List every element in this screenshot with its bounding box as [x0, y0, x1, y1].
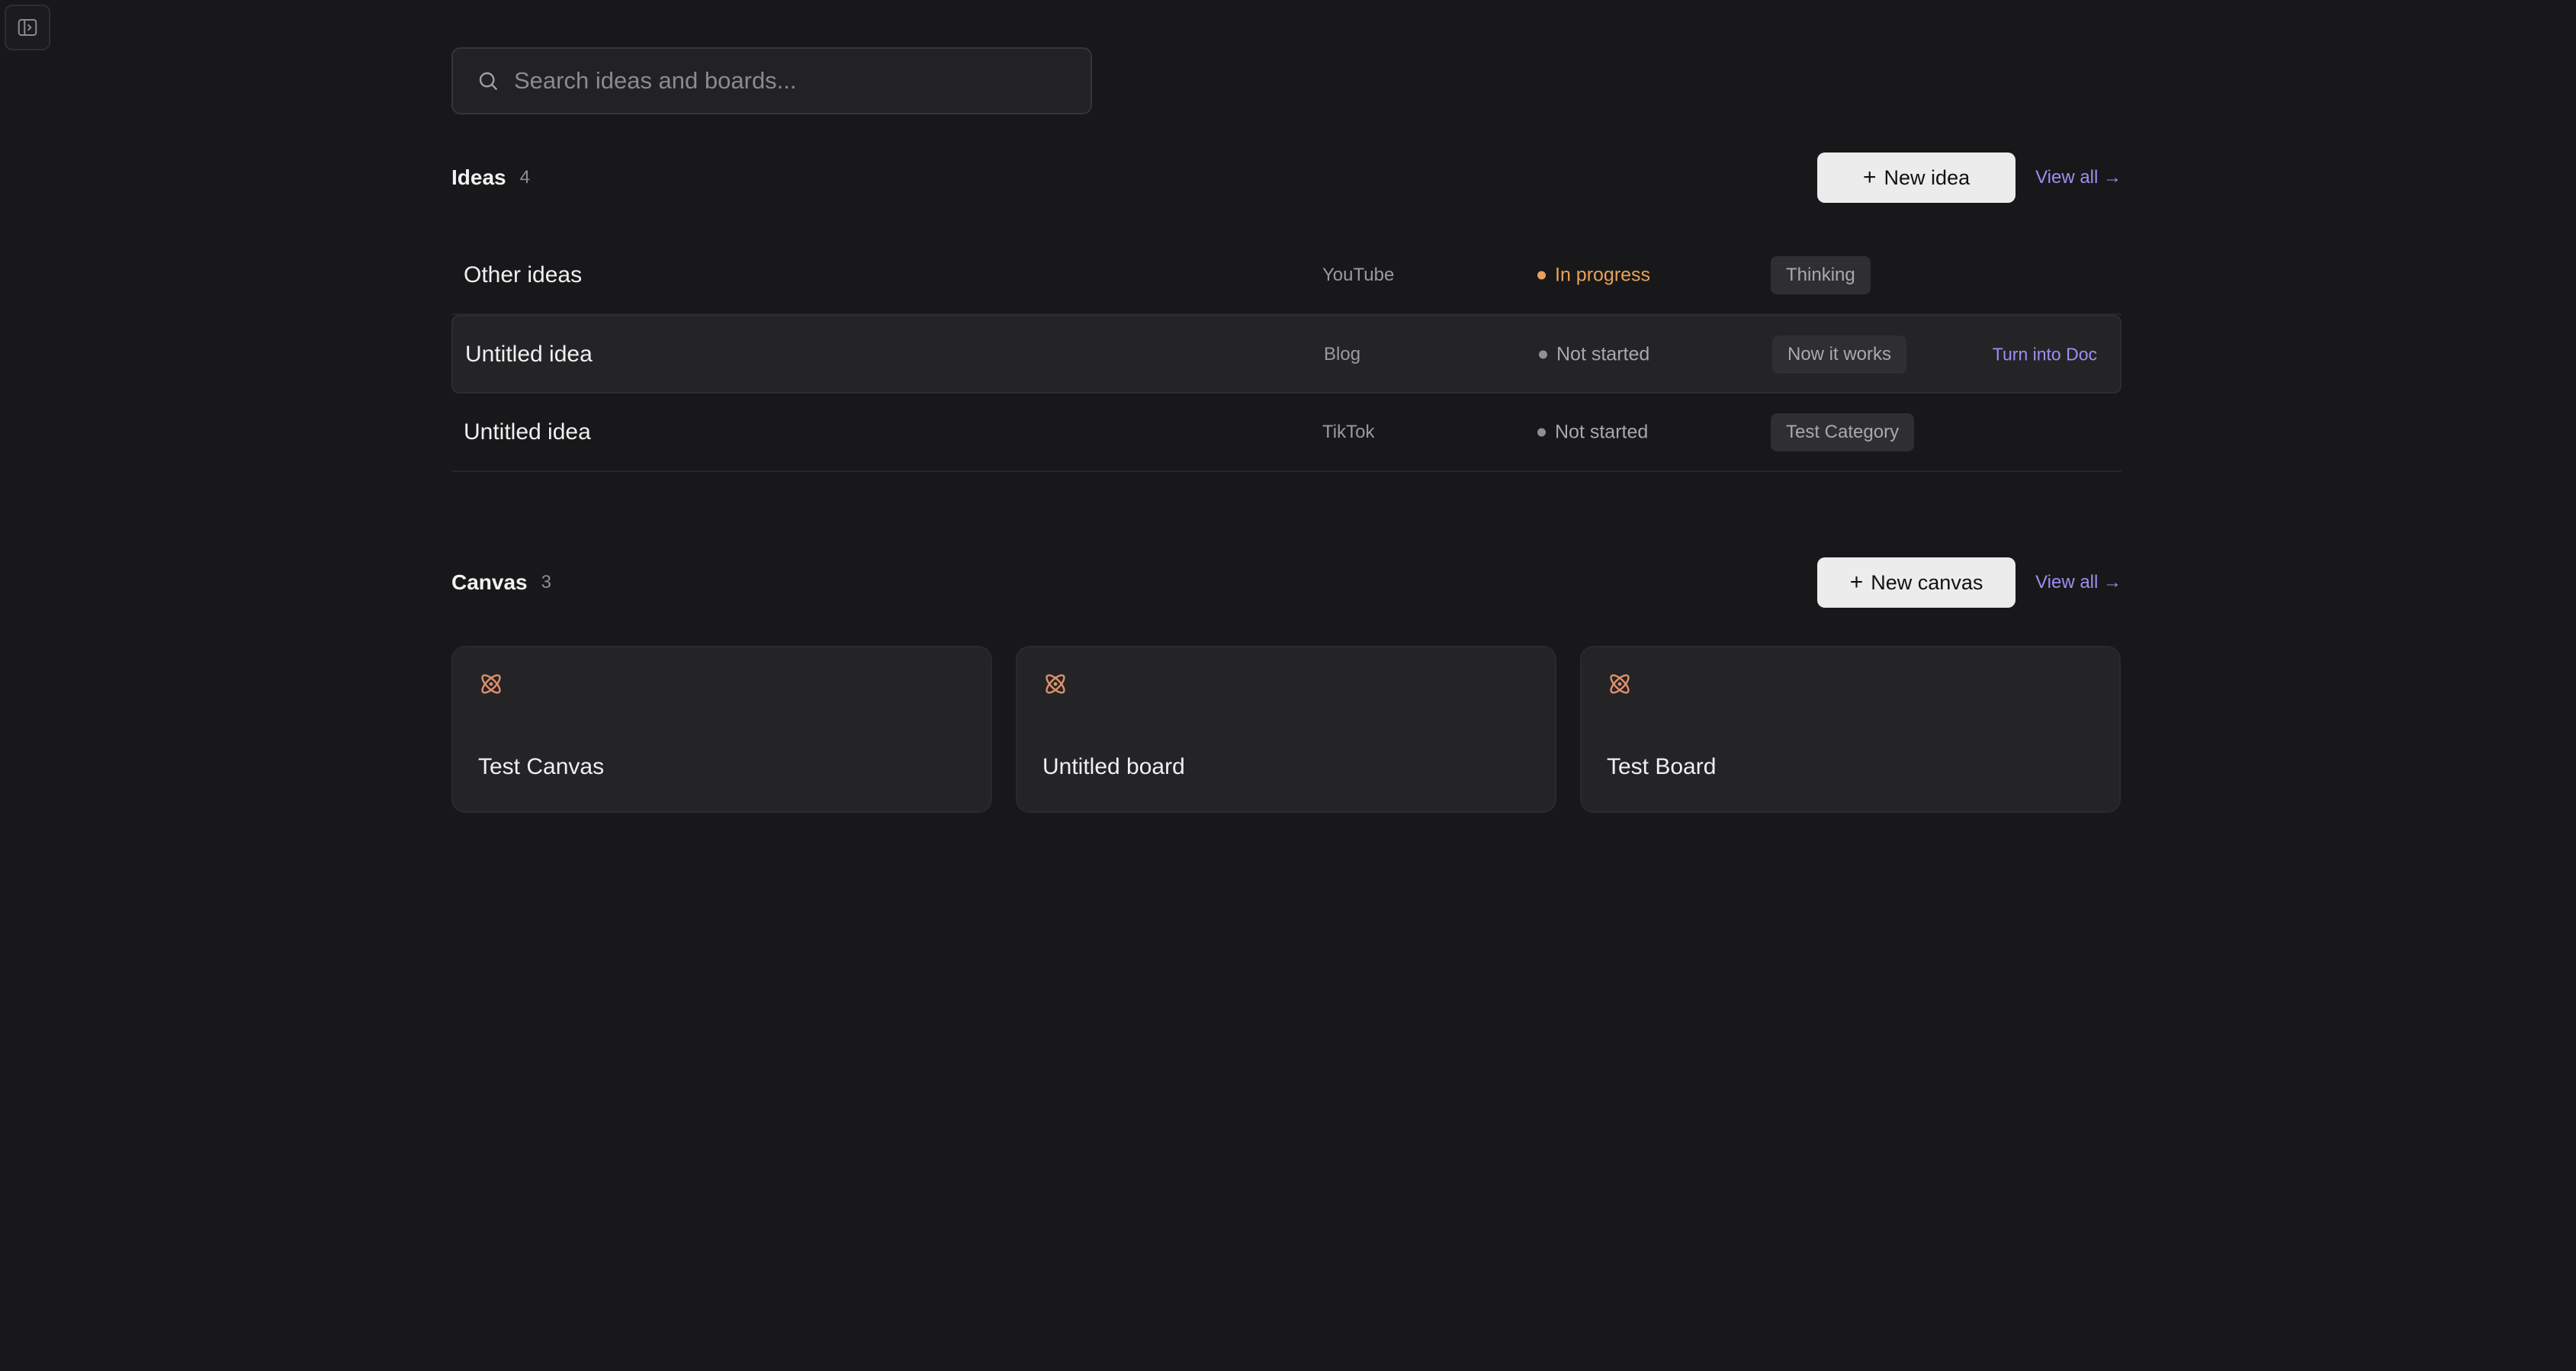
idea-title: Untitled idea — [465, 341, 593, 367]
status-dot-icon — [1539, 350, 1547, 358]
canvas-header-actions: + New canvas View all → — [1817, 557, 2122, 608]
canvas-count: 3 — [541, 572, 551, 592]
ideas-count: 4 — [519, 167, 530, 188]
new-idea-label: New idea — [1884, 165, 1971, 189]
ideas-section-header: Ideas 4 + New idea View all → — [451, 153, 2122, 203]
status-dot-icon — [1537, 271, 1546, 279]
idea-platform: YouTube — [1322, 264, 1395, 285]
ideas-section-title: Ideas — [451, 165, 506, 189]
new-canvas-button[interactable]: + New canvas — [1817, 557, 2016, 608]
ideas-list: Other ideas YouTube In progress Thinking… — [451, 236, 2122, 472]
canvas-card-title: Test Board — [1607, 754, 1717, 779]
search-bar[interactable] — [451, 47, 1092, 114]
idea-tag[interactable]: Test Category — [1771, 413, 1915, 451]
search-icon — [479, 72, 497, 90]
idea-row[interactable]: Untitled idea TikTok Not started Test Ca… — [451, 393, 2122, 472]
canvas-section-header: Canvas 3 + New canvas View all → — [451, 557, 2122, 608]
canvas-view-all-link[interactable]: View all → — [2035, 572, 2122, 593]
atom-icon — [1610, 674, 1630, 694]
plus-icon: + — [1849, 570, 1864, 595]
ideas-header-actions: + New idea View all → — [1817, 153, 2122, 203]
status-dot-icon — [1537, 428, 1546, 436]
canvas-section-title: Canvas — [451, 570, 528, 594]
idea-status: In progress — [1537, 264, 1650, 286]
idea-title: Untitled idea — [464, 419, 591, 445]
canvas-card-title: Test Canvas — [478, 754, 605, 779]
new-idea-button[interactable]: + New idea — [1817, 153, 2016, 203]
idea-row[interactable]: Other ideas YouTube In progress Thinking — [451, 236, 2122, 315]
new-canvas-label: New canvas — [1871, 570, 1983, 594]
canvas-card[interactable]: Test Canvas — [451, 646, 992, 813]
status-text: Not started — [1556, 343, 1650, 364]
idea-platform: Blog — [1324, 343, 1361, 364]
status-text: Not started — [1555, 421, 1649, 442]
plus-icon: + — [1863, 165, 1877, 190]
atom-icon — [1045, 674, 1065, 694]
canvas-card-title: Untitled board — [1042, 754, 1185, 779]
status-text: In progress — [1555, 264, 1651, 285]
idea-platform: TikTok — [1322, 421, 1375, 442]
canvas-card[interactable]: Test Board — [1580, 646, 2121, 813]
idea-tag[interactable]: Thinking — [1771, 255, 1871, 294]
canvas-grid: Test Canvas Untitled board Test Board — [451, 646, 2122, 813]
main-content: Ideas 4 + New idea View all → Other idea… — [451, 47, 2122, 813]
idea-title: Other ideas — [464, 262, 583, 287]
idea-row[interactable]: Untitled idea Blog Not started Now it wo… — [451, 315, 2122, 393]
search-input[interactable] — [500, 49, 1090, 113]
ideas-view-all-link[interactable]: View all → — [2035, 167, 2122, 188]
idea-status: Not started — [1539, 343, 1649, 365]
atom-icon — [481, 674, 501, 694]
sidebar-toggle-icon — [18, 19, 37, 36]
sidebar-toggle-button[interactable] — [5, 5, 50, 50]
idea-tag[interactable]: Now it works — [1772, 335, 1907, 374]
canvas-card[interactable]: Untitled board — [1016, 646, 1556, 813]
idea-status: Not started — [1537, 421, 1648, 443]
turn-into-doc-link[interactable]: Turn into Doc — [1993, 344, 2097, 364]
